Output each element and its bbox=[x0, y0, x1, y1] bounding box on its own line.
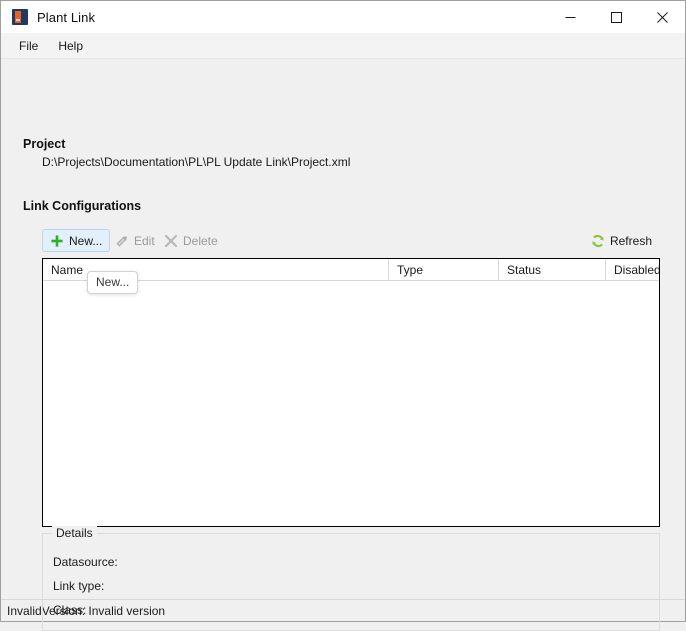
application-window: Plant Link File Help Project D:\Projects… bbox=[0, 0, 686, 631]
window-controls bbox=[547, 1, 685, 33]
column-header-type[interactable]: Type bbox=[389, 259, 499, 280]
details-class-label: Class: bbox=[53, 603, 87, 617]
edit-button[interactable]: Edit bbox=[107, 229, 163, 252]
details-datasource-label: Datasource: bbox=[53, 555, 118, 569]
link-configurations-table[interactable]: Name Type Status Disabled bbox=[42, 258, 660, 527]
new-button-tooltip: New... bbox=[87, 271, 139, 294]
maximize-icon[interactable] bbox=[593, 1, 639, 33]
window-title: Plant Link bbox=[37, 9, 96, 25]
edit-button-label: Edit bbox=[134, 233, 155, 248]
new-button-label: New... bbox=[69, 233, 103, 248]
details-legend: Details bbox=[52, 526, 97, 540]
column-header-disabled[interactable]: Disabled bbox=[606, 259, 659, 280]
menu-item-file[interactable]: File bbox=[9, 36, 48, 56]
client-area: Project D:\Projects\Documentation\PL\PL … bbox=[1, 59, 685, 631]
menu-bar: File Help bbox=[1, 33, 685, 59]
plant-link-app-icon bbox=[12, 9, 28, 25]
plus-icon bbox=[50, 234, 64, 248]
link-configurations-heading: Link Configurations bbox=[23, 199, 142, 213]
link-configurations-toolbar: New... Edit Delete Refresh bbox=[42, 229, 660, 253]
delete-button-label: Delete bbox=[183, 233, 218, 248]
title-bar: Plant Link bbox=[1, 1, 685, 33]
menu-item-help[interactable]: Help bbox=[48, 36, 93, 56]
new-button[interactable]: New... bbox=[42, 229, 111, 252]
x-icon bbox=[164, 234, 178, 248]
refresh-button-label: Refresh bbox=[609, 233, 652, 248]
project-heading: Project bbox=[23, 137, 66, 151]
minimize-icon[interactable] bbox=[547, 1, 593, 33]
details-linktype-label: Link type: bbox=[53, 579, 105, 593]
pencil-icon bbox=[115, 234, 129, 248]
column-header-status[interactable]: Status bbox=[499, 259, 606, 280]
table-body-empty[interactable] bbox=[43, 281, 659, 526]
delete-button[interactable]: Delete bbox=[156, 229, 226, 252]
project-path-text: D:\Projects\Documentation\PL\PL Update L… bbox=[42, 155, 351, 169]
refresh-icon bbox=[591, 234, 605, 248]
refresh-button[interactable]: Refresh bbox=[583, 229, 660, 252]
close-icon[interactable] bbox=[639, 1, 685, 33]
details-groupbox: Details Datasource: Link type: Class: bbox=[42, 526, 660, 631]
